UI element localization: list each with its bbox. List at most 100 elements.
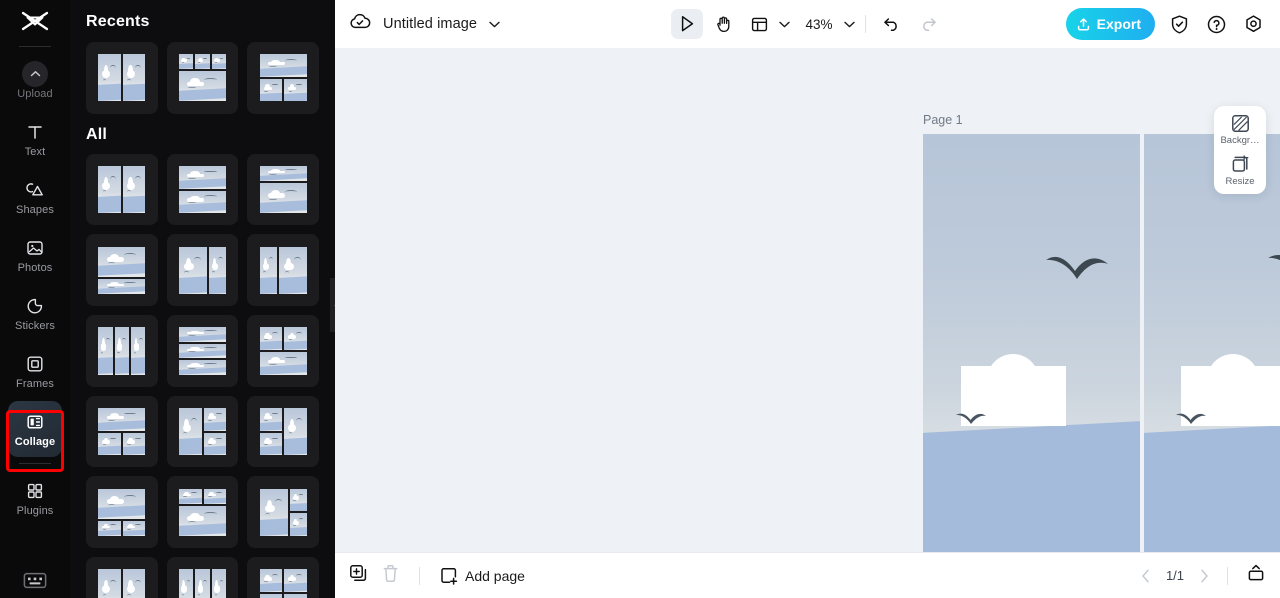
collage-template-tile[interactable] xyxy=(166,153,239,226)
toolbar-divider xyxy=(865,15,866,33)
delete-button[interactable] xyxy=(382,564,399,588)
collage-template-tile[interactable] xyxy=(86,395,158,468)
keyboard-shortcuts-button[interactable] xyxy=(0,571,70,590)
recents-grid xyxy=(86,42,320,114)
sidebar-item-label: Collage xyxy=(14,435,56,448)
select-tool-button[interactable] xyxy=(671,9,703,39)
collage-template-tile[interactable] xyxy=(166,476,239,549)
collage-template-tile[interactable] xyxy=(247,476,320,549)
sidebar-item-stickers[interactable]: Stickers xyxy=(8,285,62,341)
bird-large-icon xyxy=(1046,256,1108,279)
collage-template-tile[interactable] xyxy=(86,476,158,549)
layout-dropdown-caret[interactable] xyxy=(779,15,790,33)
panel-scroll-area[interactable]: Recents All xyxy=(70,0,335,598)
settings-gear-icon[interactable] xyxy=(1240,11,1266,37)
thumbnail-scene xyxy=(290,488,307,512)
collage-cell xyxy=(208,246,227,294)
collage-template-tile[interactable] xyxy=(166,42,239,114)
thumbnail-scene xyxy=(203,407,227,431)
undo-button[interactable] xyxy=(876,9,908,39)
sidebar-item-frames[interactable]: Frames xyxy=(8,343,62,399)
collage-template-tile[interactable] xyxy=(166,315,239,387)
collage-template-tile[interactable] xyxy=(247,315,320,387)
export-button[interactable]: Export xyxy=(1065,8,1155,40)
bottombar-right-group: 1/1 xyxy=(1141,564,1266,587)
collage-template-tile[interactable] xyxy=(247,234,320,307)
sidebar-item-photos[interactable]: Photos xyxy=(8,227,62,283)
hand-tool-button[interactable] xyxy=(707,9,739,39)
thumbnail-scene xyxy=(122,165,146,214)
title-dropdown-caret[interactable] xyxy=(489,15,500,33)
upload-icon xyxy=(22,60,48,87)
thumbnail-scene xyxy=(259,407,283,431)
collage-template-tile[interactable] xyxy=(247,42,320,114)
duplicate-button[interactable] xyxy=(349,564,368,588)
collage-template-tile[interactable] xyxy=(86,42,158,114)
bottombar-divider-right xyxy=(1227,566,1228,585)
collage-template-tile[interactable] xyxy=(166,395,239,468)
collage-template-tile[interactable] xyxy=(247,557,320,598)
thumbnail-scene xyxy=(98,246,146,277)
canvas-area[interactable]: Page 1 Backgr… Resize xyxy=(335,48,1280,552)
collage-template-tile[interactable] xyxy=(86,234,158,307)
collapse-panel-icon xyxy=(1248,564,1264,581)
photo-left[interactable] xyxy=(923,134,1140,552)
thumbnail-scene xyxy=(114,327,130,375)
collage-cell xyxy=(259,351,307,375)
collage-template-tile[interactable] xyxy=(247,395,320,468)
resize-tool-button[interactable]: Resize xyxy=(1217,154,1263,187)
page-indicator: 1/1 xyxy=(1165,568,1185,583)
thumbnail-scene xyxy=(178,407,202,456)
collage-cell xyxy=(284,593,307,598)
hill-shape xyxy=(923,420,1140,552)
sidebar-item-shapes[interactable]: Shapes xyxy=(8,169,62,225)
thumbnail-scene xyxy=(195,569,210,598)
collage-template-tile[interactable] xyxy=(166,234,239,307)
help-question-icon[interactable] xyxy=(1203,11,1229,37)
thumbnail-scene xyxy=(178,488,202,504)
sidebar-item-plugins[interactable]: Plugins xyxy=(8,470,62,526)
capcut-logo[interactable] xyxy=(0,0,70,42)
sidebar-item-text[interactable]: Text xyxy=(8,111,62,167)
collage-cell xyxy=(203,488,227,504)
keyboard-icon xyxy=(23,572,47,589)
collage-template-tile[interactable] xyxy=(86,557,158,598)
collage-template-tile[interactable] xyxy=(86,315,158,387)
thumbnail-scene xyxy=(259,432,283,456)
collage-cell xyxy=(259,165,307,181)
collage-cell xyxy=(98,407,146,431)
sidebar-item-label: Plugins xyxy=(16,504,54,517)
collage-template-tile[interactable] xyxy=(247,153,320,226)
left-rail: Upload Text Shapes Photos Stickers Frame… xyxy=(0,0,70,598)
add-page-button[interactable]: Add page xyxy=(440,567,525,585)
zoom-level-value[interactable]: 43% xyxy=(804,17,834,32)
document-title[interactable]: Untitled image xyxy=(383,16,477,32)
panel-collapse-handle[interactable] xyxy=(330,278,335,332)
thumbnail-scene xyxy=(195,54,210,70)
collapse-panel-button[interactable] xyxy=(1246,564,1266,587)
artboard[interactable] xyxy=(923,134,1280,552)
thumbnail-scene xyxy=(98,278,146,294)
layout-view-button[interactable] xyxy=(743,9,775,39)
add-page-label: Add page xyxy=(465,567,525,584)
cloud-saved-icon[interactable] xyxy=(349,13,371,36)
photo-right[interactable] xyxy=(1144,134,1280,552)
thumbnail-scene xyxy=(98,54,121,102)
collage-template-tile[interactable] xyxy=(166,557,239,598)
sidebar-item-upload[interactable]: Upload xyxy=(8,53,62,109)
thumbnail-scene xyxy=(259,182,307,214)
prev-page-button[interactable] xyxy=(1141,569,1150,583)
photos-icon xyxy=(26,237,44,259)
sidebar-item-collage[interactable]: Collage xyxy=(8,401,62,457)
shield-check-icon[interactable] xyxy=(1166,11,1192,37)
zoom-dropdown-caret[interactable] xyxy=(844,15,855,33)
collage-icon xyxy=(26,411,44,433)
resize-tool-label: Resize xyxy=(1225,175,1255,187)
background-tool-button[interactable]: Backgr… xyxy=(1217,114,1263,146)
collage-cell xyxy=(122,165,146,214)
thumbnail-scene xyxy=(122,432,146,456)
redo-button[interactable] xyxy=(912,9,944,39)
collage-template-tile[interactable] xyxy=(86,153,158,226)
collage-cell xyxy=(203,432,227,456)
next-page-button[interactable] xyxy=(1200,569,1209,583)
